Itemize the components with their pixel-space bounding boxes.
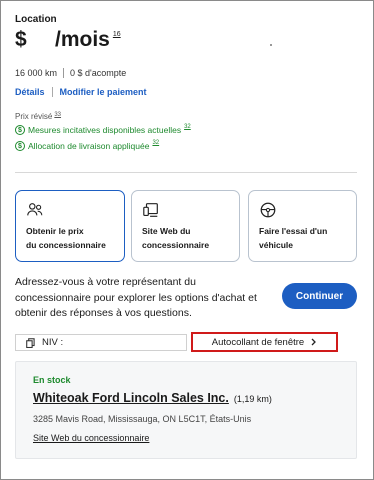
card-line-1: Site Web du [142,226,191,236]
window-sticker-label: Autocollant de fenêtre [211,336,305,348]
vin-field[interactable]: NIV : [15,334,187,351]
revised-price-footnote[interactable]: 33 [54,112,61,118]
down-payment: 0 $ d'acompte [70,68,127,78]
representative-text: Adressez-vous à votre représentant du co… [15,276,257,319]
incentive-footnote[interactable]: 32 [152,140,159,146]
per-month-label: /mois [55,28,110,51]
revised-price-label: Prix révisé 33 [15,112,61,121]
card-dealer-website[interactable]: Site Web du concessionnaire [131,190,240,262]
dollar-coin-icon: $ [15,125,25,135]
stock-status: En stock [33,375,71,385]
lease-links: Détails Modifier le paiement [15,87,147,97]
copy-icon[interactable] [26,337,35,348]
lease-terms: 16 000 km 0 $ d'acompte [15,68,126,78]
dealer-website-link[interactable]: Site Web du concessionnaire [33,433,149,443]
dealer-name-link[interactable]: Whiteoak Ford Lincoln Sales Inc. [33,391,229,405]
section-divider [15,172,357,173]
window-sticker-button[interactable]: Autocollant de fenêtre [191,332,338,352]
monthly-price: $ /mois 16 [15,28,121,52]
vin-label: NIV : [42,337,64,348]
incentive-label: Allocation de livraison appliquée [28,141,150,151]
dealer-distance: (1,19 km) [233,394,272,404]
incentive-footnote[interactable]: 32 [184,124,191,130]
devices-icon [143,203,158,217]
revised-price-text: Prix révisé [15,112,53,121]
lease-label: Location [15,14,57,25]
dealer-stock-card: En stock Whiteoak Ford Lincoln Sales Inc… [15,361,357,459]
incentive-label: Mesures incitatives disponibles actuelle… [28,125,182,135]
steering-wheel-icon [260,202,276,218]
chevron-right-icon [311,338,317,346]
card-line-2: concessionnaire [142,240,210,250]
currency-symbol: $ [15,28,27,51]
modify-payment-link[interactable]: Modifier le paiement [60,87,147,97]
continue-button[interactable]: Continuer [282,283,357,309]
card-test-drive-label: Faire l'essai d'un véhicule [259,224,350,252]
card-test-drive[interactable]: Faire l'essai d'un véhicule [248,190,357,262]
card-dealer-price-label: Obtenir le prix du concessionnaire [26,224,118,252]
incentive-delivery: $ Allocation de livraison appliquée 32 [15,140,159,151]
card-line-1: Obtenir le prix [26,226,84,236]
incentive-current: $ Mesures incitatives disponibles actuel… [15,124,191,135]
mileage: 16 000 km [15,68,58,78]
dealer-address: 3285 Mavis Road, Mississauga, ON L5C1T, … [33,414,252,424]
card-line-2: véhicule [259,240,294,250]
people-icon [27,203,43,216]
card-line-1: Faire l'essai d'un [259,226,328,236]
details-link[interactable]: Détails [15,87,45,97]
dealer-row: Whiteoak Ford Lincoln Sales Inc. (1,19 k… [33,391,272,405]
price-footnote[interactable]: 16 [113,31,121,38]
terms-separator [63,68,65,78]
card-line-2: du concessionnaire [26,240,106,250]
dollar-coin-icon: $ [15,141,25,151]
decorative-dot [270,44,272,46]
card-dealer-price[interactable]: Obtenir le prix du concessionnaire [15,190,125,262]
card-dealer-website-label: Site Web du concessionnaire [142,224,233,252]
links-separator [51,87,53,97]
